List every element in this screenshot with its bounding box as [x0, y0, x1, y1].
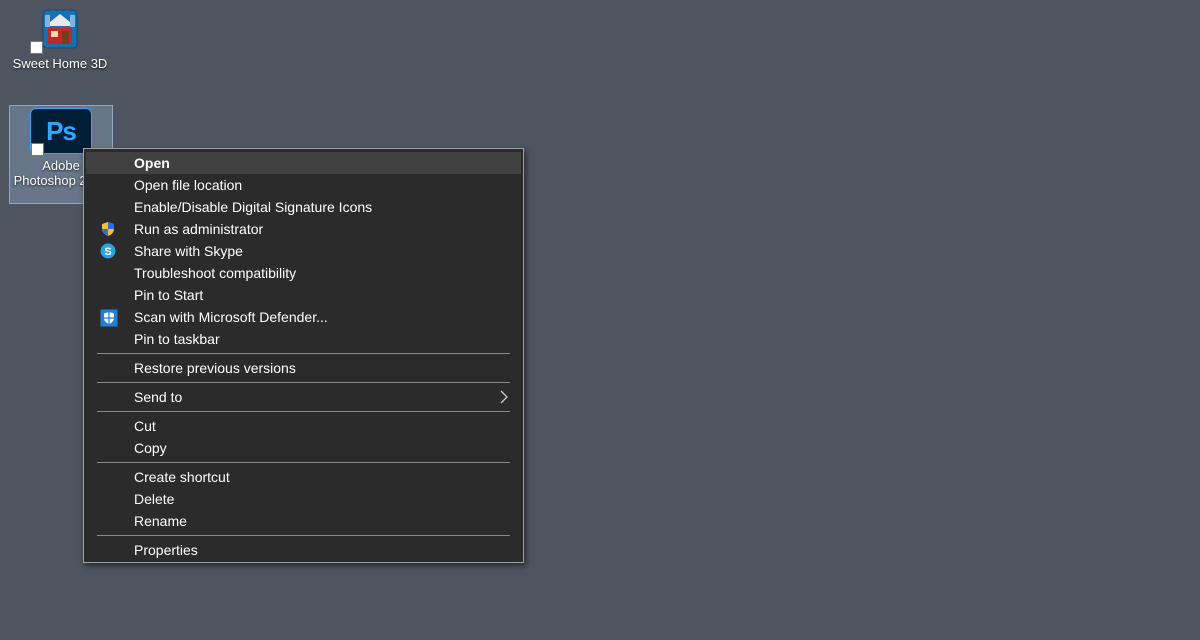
menu-item-label: Share with Skype	[134, 243, 243, 259]
shortcut-arrow-icon	[31, 143, 44, 156]
shortcut-arrow-icon	[30, 41, 43, 54]
menu-item-cut[interactable]: Cut	[86, 415, 521, 437]
menu-item-copy[interactable]: Copy	[86, 437, 521, 459]
context-menu: Open Open file location Enable/Disable D…	[83, 148, 524, 563]
defender-icon	[100, 309, 118, 327]
menu-item-run-as-administrator[interactable]: Run as administrator	[86, 218, 521, 240]
menu-item-open[interactable]: Open	[86, 152, 521, 174]
menu-item-label: Run as administrator	[134, 221, 264, 237]
sweet-home-3d-icon	[29, 6, 91, 54]
menu-item-label: Create shortcut	[134, 469, 230, 485]
menu-item-restore-previous-versions[interactable]: Restore previous versions	[86, 357, 521, 379]
menu-separator	[97, 353, 510, 354]
menu-item-share-with-skype[interactable]: S Share with Skype	[86, 240, 521, 262]
menu-item-label: Restore previous versions	[134, 360, 296, 376]
svg-text:S: S	[104, 246, 111, 258]
menu-item-scan-with-defender[interactable]: Scan with Microsoft Defender...	[86, 306, 521, 328]
menu-item-pin-to-start[interactable]: Pin to Start	[86, 284, 521, 306]
menu-separator	[97, 535, 510, 536]
menu-item-label: Pin to taskbar	[134, 331, 220, 347]
menu-item-digital-signature-icons[interactable]: Enable/Disable Digital Signature Icons	[86, 196, 521, 218]
menu-item-label: Scan with Microsoft Defender...	[134, 309, 328, 325]
menu-item-label: Enable/Disable Digital Signature Icons	[134, 199, 373, 215]
menu-item-pin-to-taskbar[interactable]: Pin to taskbar	[86, 328, 521, 350]
menu-item-label: Copy	[134, 440, 167, 456]
desktop-icon-label: Sweet Home 3D	[12, 56, 108, 71]
menu-item-label: Send to	[134, 389, 183, 405]
uac-shield-icon	[100, 221, 116, 237]
menu-item-label: Pin to Start	[134, 287, 204, 303]
menu-item-label: Open file location	[134, 177, 243, 193]
menu-item-properties[interactable]: Properties	[86, 539, 521, 561]
menu-item-open-file-location[interactable]: Open file location	[86, 174, 521, 196]
skype-icon: S	[100, 243, 116, 259]
menu-separator	[97, 411, 510, 412]
desktop-icon-sweet-home-3d[interactable]: Sweet Home 3D	[10, 6, 110, 71]
menu-item-label: Cut	[134, 418, 156, 434]
menu-item-label: Rename	[134, 513, 187, 529]
menu-item-label: Properties	[134, 542, 198, 558]
menu-separator	[97, 382, 510, 383]
menu-item-delete[interactable]: Delete	[86, 488, 521, 510]
menu-item-label: Open	[134, 155, 170, 171]
chevron-right-icon	[499, 386, 509, 415]
menu-item-troubleshoot-compatibility[interactable]: Troubleshoot compatibility	[86, 262, 521, 284]
menu-separator	[97, 462, 510, 463]
menu-item-rename[interactable]: Rename	[86, 510, 521, 532]
menu-item-label: Troubleshoot compatibility	[134, 265, 297, 281]
menu-item-send-to[interactable]: Send to	[86, 386, 521, 408]
menu-item-label: Delete	[134, 491, 175, 507]
menu-item-create-shortcut[interactable]: Create shortcut	[86, 466, 521, 488]
